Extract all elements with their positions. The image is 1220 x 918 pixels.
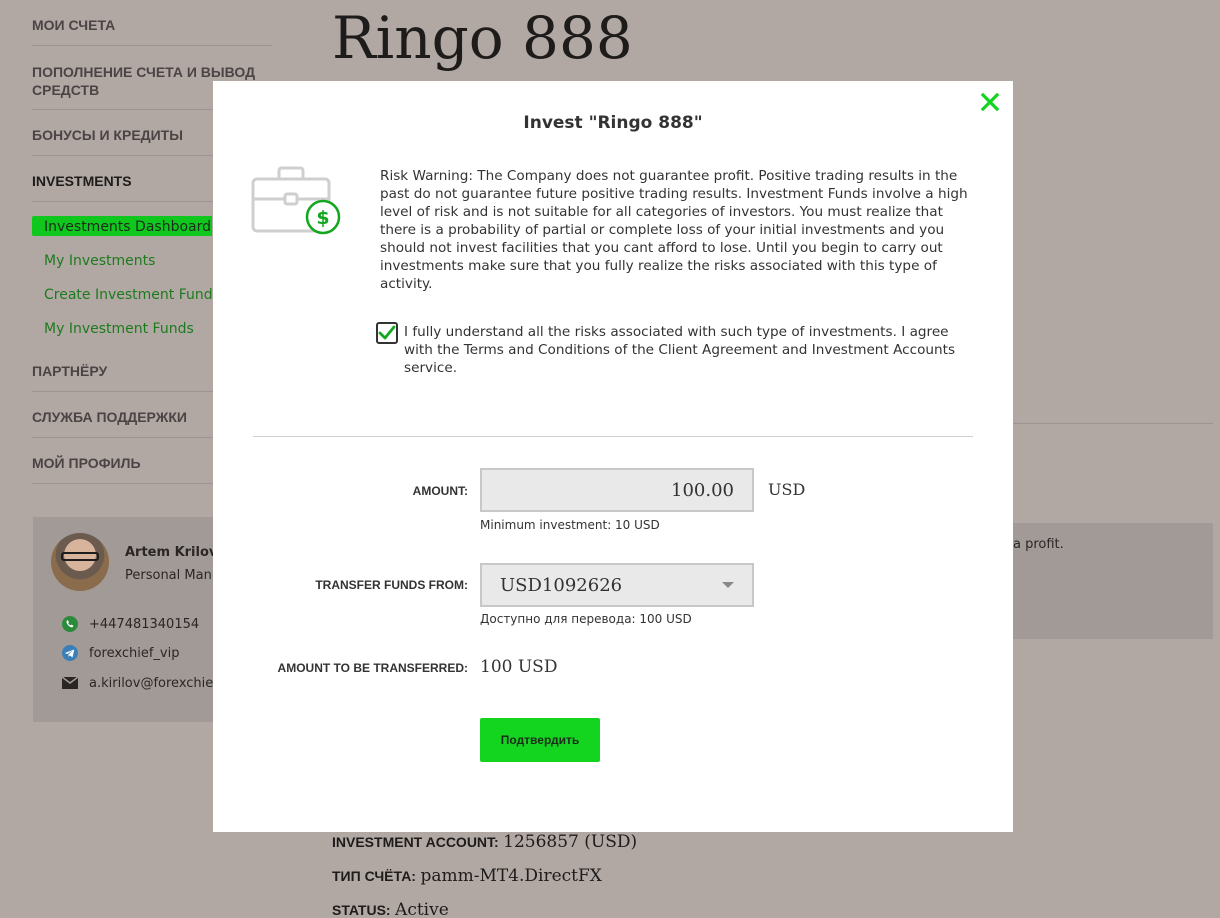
avatar-glasses-shape: [61, 552, 99, 561]
nav-my-accounts[interactable]: МОИ СЧЕТА: [32, 0, 272, 46]
background-panel-text: a profit.: [1013, 537, 1064, 552]
manager-name: Artem Krilov: [125, 545, 218, 560]
manager-telegram-text: forexchief_vip: [89, 645, 180, 661]
close-icon[interactable]: [979, 91, 1001, 113]
info-investment-account-value: 1256857 (USD): [503, 832, 638, 852]
info-account-type: ТИП СЧЁТА: pamm-MT4.DirectFX: [332, 866, 602, 886]
amount-transferred-value: 100 USD: [480, 657, 558, 677]
telegram-icon: [61, 644, 79, 662]
svg-text:$: $: [316, 207, 329, 229]
envelope-icon: [61, 674, 79, 692]
subnav-investments-dashboard[interactable]: Investments Dashboard: [32, 216, 212, 236]
briefcase-dollar-icon: $: [251, 166, 341, 235]
modal-title: Invest "Ringo 888": [523, 113, 703, 133]
amount-label: AMOUNT:: [412, 484, 468, 498]
modal-divider: [253, 436, 973, 437]
info-status-value: Active: [395, 900, 449, 918]
personal-manager-card: Artem Krilov Personal Man +447481340154 …: [33, 517, 233, 722]
transfer-from-label: TRANSFER FUNDS FROM:: [315, 578, 468, 592]
invest-modal: Invest "Ringo 888" $ Risk Warning: The C…: [213, 81, 1013, 832]
background-divider: [1013, 423, 1213, 424]
risk-warning-text: Risk Warning: The Company does not guara…: [380, 168, 968, 292]
info-account-type-value: pamm-MT4.DirectFX: [420, 866, 602, 886]
info-investment-account-key: INVESTMENT ACCOUNT:: [332, 834, 499, 850]
manager-avatar: [51, 533, 109, 591]
manager-role: Personal Man: [125, 568, 212, 583]
info-status-key: STATUS:: [332, 902, 391, 918]
manager-telegram[interactable]: forexchief_vip: [61, 644, 179, 662]
background-info-panel: a profit.: [1013, 523, 1213, 639]
info-account-type-key: ТИП СЧЁТА:: [332, 868, 416, 884]
checkmark-icon: [378, 325, 396, 340]
info-investment-account: INVESTMENT ACCOUNT: 1256857 (USD): [332, 832, 637, 852]
amount-currency: USD: [768, 480, 806, 499]
manager-phone[interactable]: +447481340154: [61, 615, 199, 633]
amount-input[interactable]: [480, 468, 754, 512]
manager-email-text: a.kirilov@forexchie: [89, 675, 214, 691]
chevron-down-icon: [722, 582, 734, 588]
info-status: STATUS: Active: [332, 900, 449, 918]
minimum-investment-hint: Minimum investment: 10 USD: [480, 518, 660, 532]
manager-phone-text: +447481340154: [89, 616, 200, 632]
transfer-from-select[interactable]: USD1092626: [480, 563, 754, 607]
amount-transferred-label: AMOUNT TO BE TRANSFERRED:: [277, 661, 468, 675]
agree-checkbox[interactable]: [376, 322, 398, 344]
page-title: Ringo 888: [332, 4, 633, 72]
transfer-from-value: USD1092626: [500, 574, 623, 596]
confirm-button[interactable]: Подтвердить: [480, 718, 600, 762]
available-for-transfer-hint: Доступно для перевода: 100 USD: [480, 612, 692, 626]
agree-checkbox-label: I fully understand all the risks associa…: [404, 324, 956, 376]
whatsapp-icon: [61, 615, 79, 633]
manager-email[interactable]: a.kirilov@forexchie: [61, 674, 213, 692]
